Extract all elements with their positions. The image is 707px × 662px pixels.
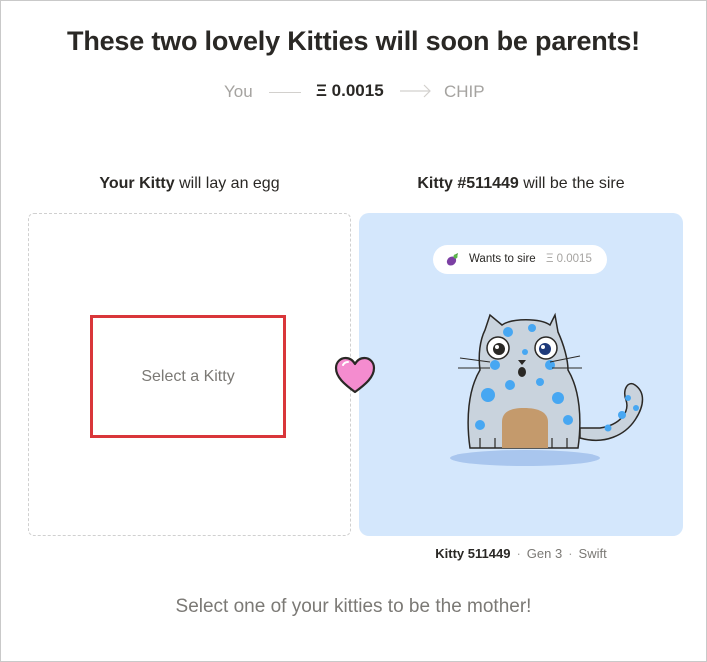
select-kitty-button[interactable]: Select a Kitty [90,315,286,438]
flow-from-label: You [224,82,253,101]
heart-icon [334,356,376,394]
sire-heading-rest: will be the sire [518,175,625,192]
matron-heading: Your Kitty will lay an egg [28,175,351,193]
sire-price: Ξ 0.0015 [546,253,592,265]
sire-generation: Gen 3 [526,546,563,561]
caption-separator: · [516,546,521,561]
sire-caption: Kitty 511449 · Gen 3 · Swift [359,546,683,561]
wants-to-sire-badge: Wants to sire Ξ 0.0015 [433,245,607,274]
matron-heading-rest: will lay an egg [174,175,280,192]
caption-separator: · [568,546,573,561]
arrow-right-icon [400,84,431,98]
matron-heading-bold: Your Kitty [99,175,175,192]
kitty-image [450,312,644,466]
sire-name: Kitty 511449 [435,546,511,561]
flow-divider [269,92,301,93]
payment-flow: You Ξ 0.0015 CHIP [0,80,707,102]
flow-amount: Ξ 0.0015 [316,81,384,100]
sire-speed: Swift [578,546,607,561]
page-title: These two lovely Kitties will soon be pa… [67,26,640,56]
instruction-message: Select one of your kitties to be the mot… [175,596,532,617]
flow-to-label: CHIP [444,82,485,101]
wants-to-sire-label: Wants to sire [469,253,536,265]
sire-heading: Kitty #511449 will be the sire [359,175,683,193]
eggplant-icon [446,253,458,266]
sire-heading-bold: Kitty #511449 [417,175,519,192]
